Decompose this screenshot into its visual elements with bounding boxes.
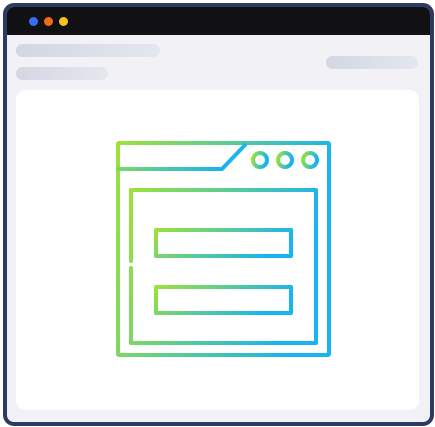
icon-window-button [251, 151, 269, 169]
icon-field-box [154, 285, 293, 315]
action-skeleton [326, 56, 418, 69]
minimize-window-dot[interactable] [44, 17, 53, 26]
icon-field-box [154, 228, 293, 258]
title-skeleton [16, 44, 160, 57]
icon-inner-page [129, 188, 318, 345]
icon-window-button [276, 151, 294, 169]
icon-tab-line [116, 143, 247, 171]
close-window-dot[interactable] [29, 17, 38, 26]
icon-window-outline [116, 141, 331, 357]
content-panel [16, 90, 419, 410]
icon-window-button [301, 151, 319, 169]
browser-form-icon [116, 141, 331, 357]
subtitle-skeleton [16, 67, 108, 80]
maximize-window-dot[interactable] [59, 17, 68, 26]
browser-window [3, 3, 434, 426]
title-bar [7, 7, 430, 35]
